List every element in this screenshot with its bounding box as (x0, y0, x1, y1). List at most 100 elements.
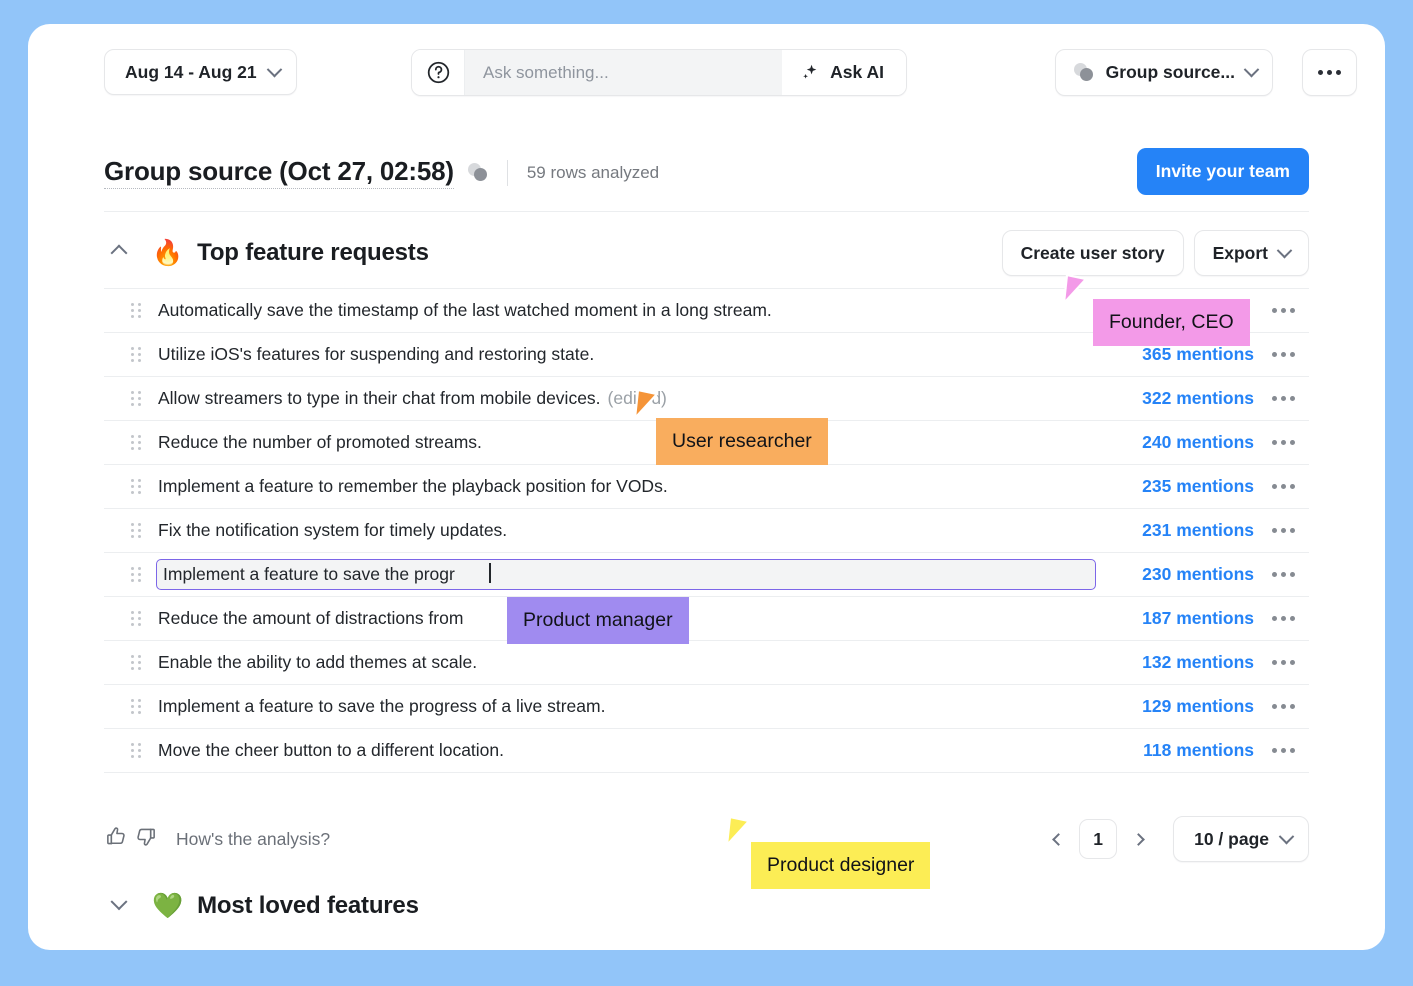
mentions-link[interactable]: 187 mentions (1142, 608, 1254, 629)
divider (506, 159, 508, 186)
collapse-section-button[interactable] (104, 238, 134, 268)
row-ellipsis-icon[interactable] (1270, 434, 1297, 451)
mentions-link[interactable]: 132 mentions (1142, 652, 1254, 673)
row-meta: 365 mentions (1142, 344, 1309, 365)
drag-handle-icon[interactable] (126, 652, 146, 674)
row-ellipsis-icon[interactable] (1270, 742, 1297, 759)
ask-ai-bar: Ask AI (411, 49, 907, 96)
row-text: Reduce the number of promoted streams. (158, 432, 482, 452)
chevron-right-icon (1131, 832, 1145, 846)
row-meta: 187 mentions (1142, 608, 1309, 629)
row-meta: 129 mentions (1142, 696, 1309, 717)
row-ellipsis-icon[interactable] (1270, 610, 1297, 627)
previous-page-button[interactable] (1043, 822, 1073, 856)
row-text: Utilize iOS's features for suspending an… (158, 344, 595, 364)
row-meta: 231 mentions (1142, 520, 1309, 541)
mentions-link[interactable]: 240 mentions (1142, 432, 1254, 453)
mentions-link[interactable]: 230 mentions (1142, 564, 1254, 585)
row-ellipsis-icon[interactable] (1270, 698, 1297, 715)
table-row[interactable]: Implement a feature to remember the play… (104, 465, 1309, 509)
table-row[interactable]: Move the cheer button to a different loc… (104, 729, 1309, 773)
row-ellipsis-icon[interactable] (1270, 478, 1297, 495)
per-page-label: 10 / page (1194, 828, 1269, 849)
cursor-founder-ceo (1062, 273, 1088, 305)
fire-icon: 🔥 (152, 238, 184, 267)
row-meta: 322 mentions (1142, 388, 1309, 409)
mentions-link[interactable]: 365 mentions (1142, 344, 1254, 365)
table-row[interactable]: Implement a feature to save the progress… (104, 685, 1309, 729)
annotation-user-researcher: User researcher (656, 418, 828, 465)
export-button[interactable]: Export (1193, 230, 1309, 276)
chevron-up-icon (110, 244, 128, 262)
annotation-product-manager: Product manager (507, 597, 689, 644)
row-meta: 235 mentions (1142, 476, 1309, 497)
chevron-down-icon (110, 893, 128, 911)
green-heart-icon: 💚 (152, 891, 184, 920)
chevron-down-icon (1278, 828, 1295, 844)
thumbs-down-button[interactable] (133, 824, 158, 854)
page-number-button[interactable]: 1 (1079, 819, 1118, 859)
text-caret (489, 563, 491, 583)
thumbs-up-button[interactable] (104, 824, 129, 854)
page-header: Group source (Oct 27, 02:58) 59 rows ana… (104, 134, 1309, 212)
row-ellipsis-icon[interactable] (1270, 302, 1297, 319)
mentions-link[interactable]: 118 mentions (1143, 740, 1254, 761)
cursor-product-designer (725, 815, 751, 847)
chevron-down-icon (1276, 242, 1293, 258)
create-user-story-label: Create user story (1020, 242, 1165, 263)
mentions-link[interactable]: 322 mentions (1142, 388, 1254, 409)
drag-handle-icon[interactable] (126, 740, 146, 762)
table-row[interactable]: Enable the ability to add themes at scal… (104, 641, 1309, 685)
invite-your-team-button[interactable]: Invite your team (1136, 148, 1309, 195)
row-edit-input[interactable] (156, 559, 1096, 590)
overlapping-circles-icon (467, 163, 489, 182)
row-ellipsis-icon[interactable] (1270, 390, 1297, 407)
date-range-label: Aug 14 - Aug 21 (125, 61, 257, 82)
drag-handle-icon[interactable] (126, 432, 146, 454)
drag-handle-icon[interactable] (126, 608, 146, 630)
drag-handle-icon[interactable] (126, 476, 146, 498)
ask-ai-button[interactable]: Ask AI (782, 50, 906, 95)
drag-handle-icon[interactable] (126, 300, 146, 322)
table-row[interactable]: Reduce the amount of distractions from 1… (104, 597, 1309, 641)
row-text: Enable the ability to add themes at scal… (158, 652, 478, 672)
row-ellipsis-icon[interactable] (1270, 522, 1297, 539)
section-title: Top feature requests (197, 239, 429, 266)
ask-ai-label: Ask AI (830, 62, 884, 82)
drag-handle-icon[interactable] (126, 564, 146, 586)
mentions-link[interactable]: 231 mentions (1142, 520, 1254, 541)
overlapping-circles-icon (1073, 63, 1095, 82)
drag-handle-icon[interactable] (126, 388, 146, 410)
more-options-button[interactable] (1302, 49, 1357, 96)
annotation-product-designer: Product designer (751, 842, 931, 889)
drag-handle-icon[interactable] (126, 344, 146, 366)
drag-handle-icon[interactable] (126, 696, 146, 718)
group-source-selector[interactable]: Group source... (1054, 49, 1273, 96)
row-text: Fix the notification system for timely u… (158, 520, 508, 540)
date-range-picker[interactable]: Aug 14 - Aug 21 (104, 49, 297, 95)
help-button[interactable] (412, 50, 465, 95)
annotation-founder-ceo: Founder, CEO (1093, 299, 1250, 346)
ask-input[interactable] (465, 50, 783, 95)
feature-requests-table: Automatically save the timestamp of the … (104, 288, 1309, 773)
next-page-button[interactable] (1123, 822, 1153, 856)
per-page-selector[interactable]: 10 / page (1173, 816, 1309, 862)
table-row[interactable]: Fix the notification system for timely u… (104, 509, 1309, 553)
row-ellipsis-icon[interactable] (1270, 654, 1297, 671)
row-ellipsis-icon[interactable] (1270, 346, 1297, 363)
chevron-left-icon (1051, 832, 1065, 846)
page-title[interactable]: Group source (Oct 27, 02:58) (104, 156, 454, 189)
row-text: Reduce the amount of distractions from (158, 608, 464, 628)
section-header-most-loved-features: 💚 Most loved features (104, 870, 1309, 942)
drag-handle-icon[interactable] (126, 520, 146, 542)
thumbs-down-icon (137, 828, 155, 846)
table-row-editing[interactable]: 230 mentions (104, 553, 1309, 597)
table-row[interactable]: Allow streamers to type in their chat fr… (104, 377, 1309, 421)
section-header-top-feature-requests: 🔥 Top feature requests Create user story… (104, 213, 1309, 293)
mentions-link[interactable]: 129 mentions (1142, 696, 1254, 717)
row-text: Allow streamers to type in their chat fr… (158, 388, 601, 408)
expand-section-button[interactable] (104, 891, 134, 921)
row-meta: 230 mentions (1142, 564, 1309, 585)
row-ellipsis-icon[interactable] (1270, 566, 1297, 583)
mentions-link[interactable]: 235 mentions (1142, 476, 1254, 497)
